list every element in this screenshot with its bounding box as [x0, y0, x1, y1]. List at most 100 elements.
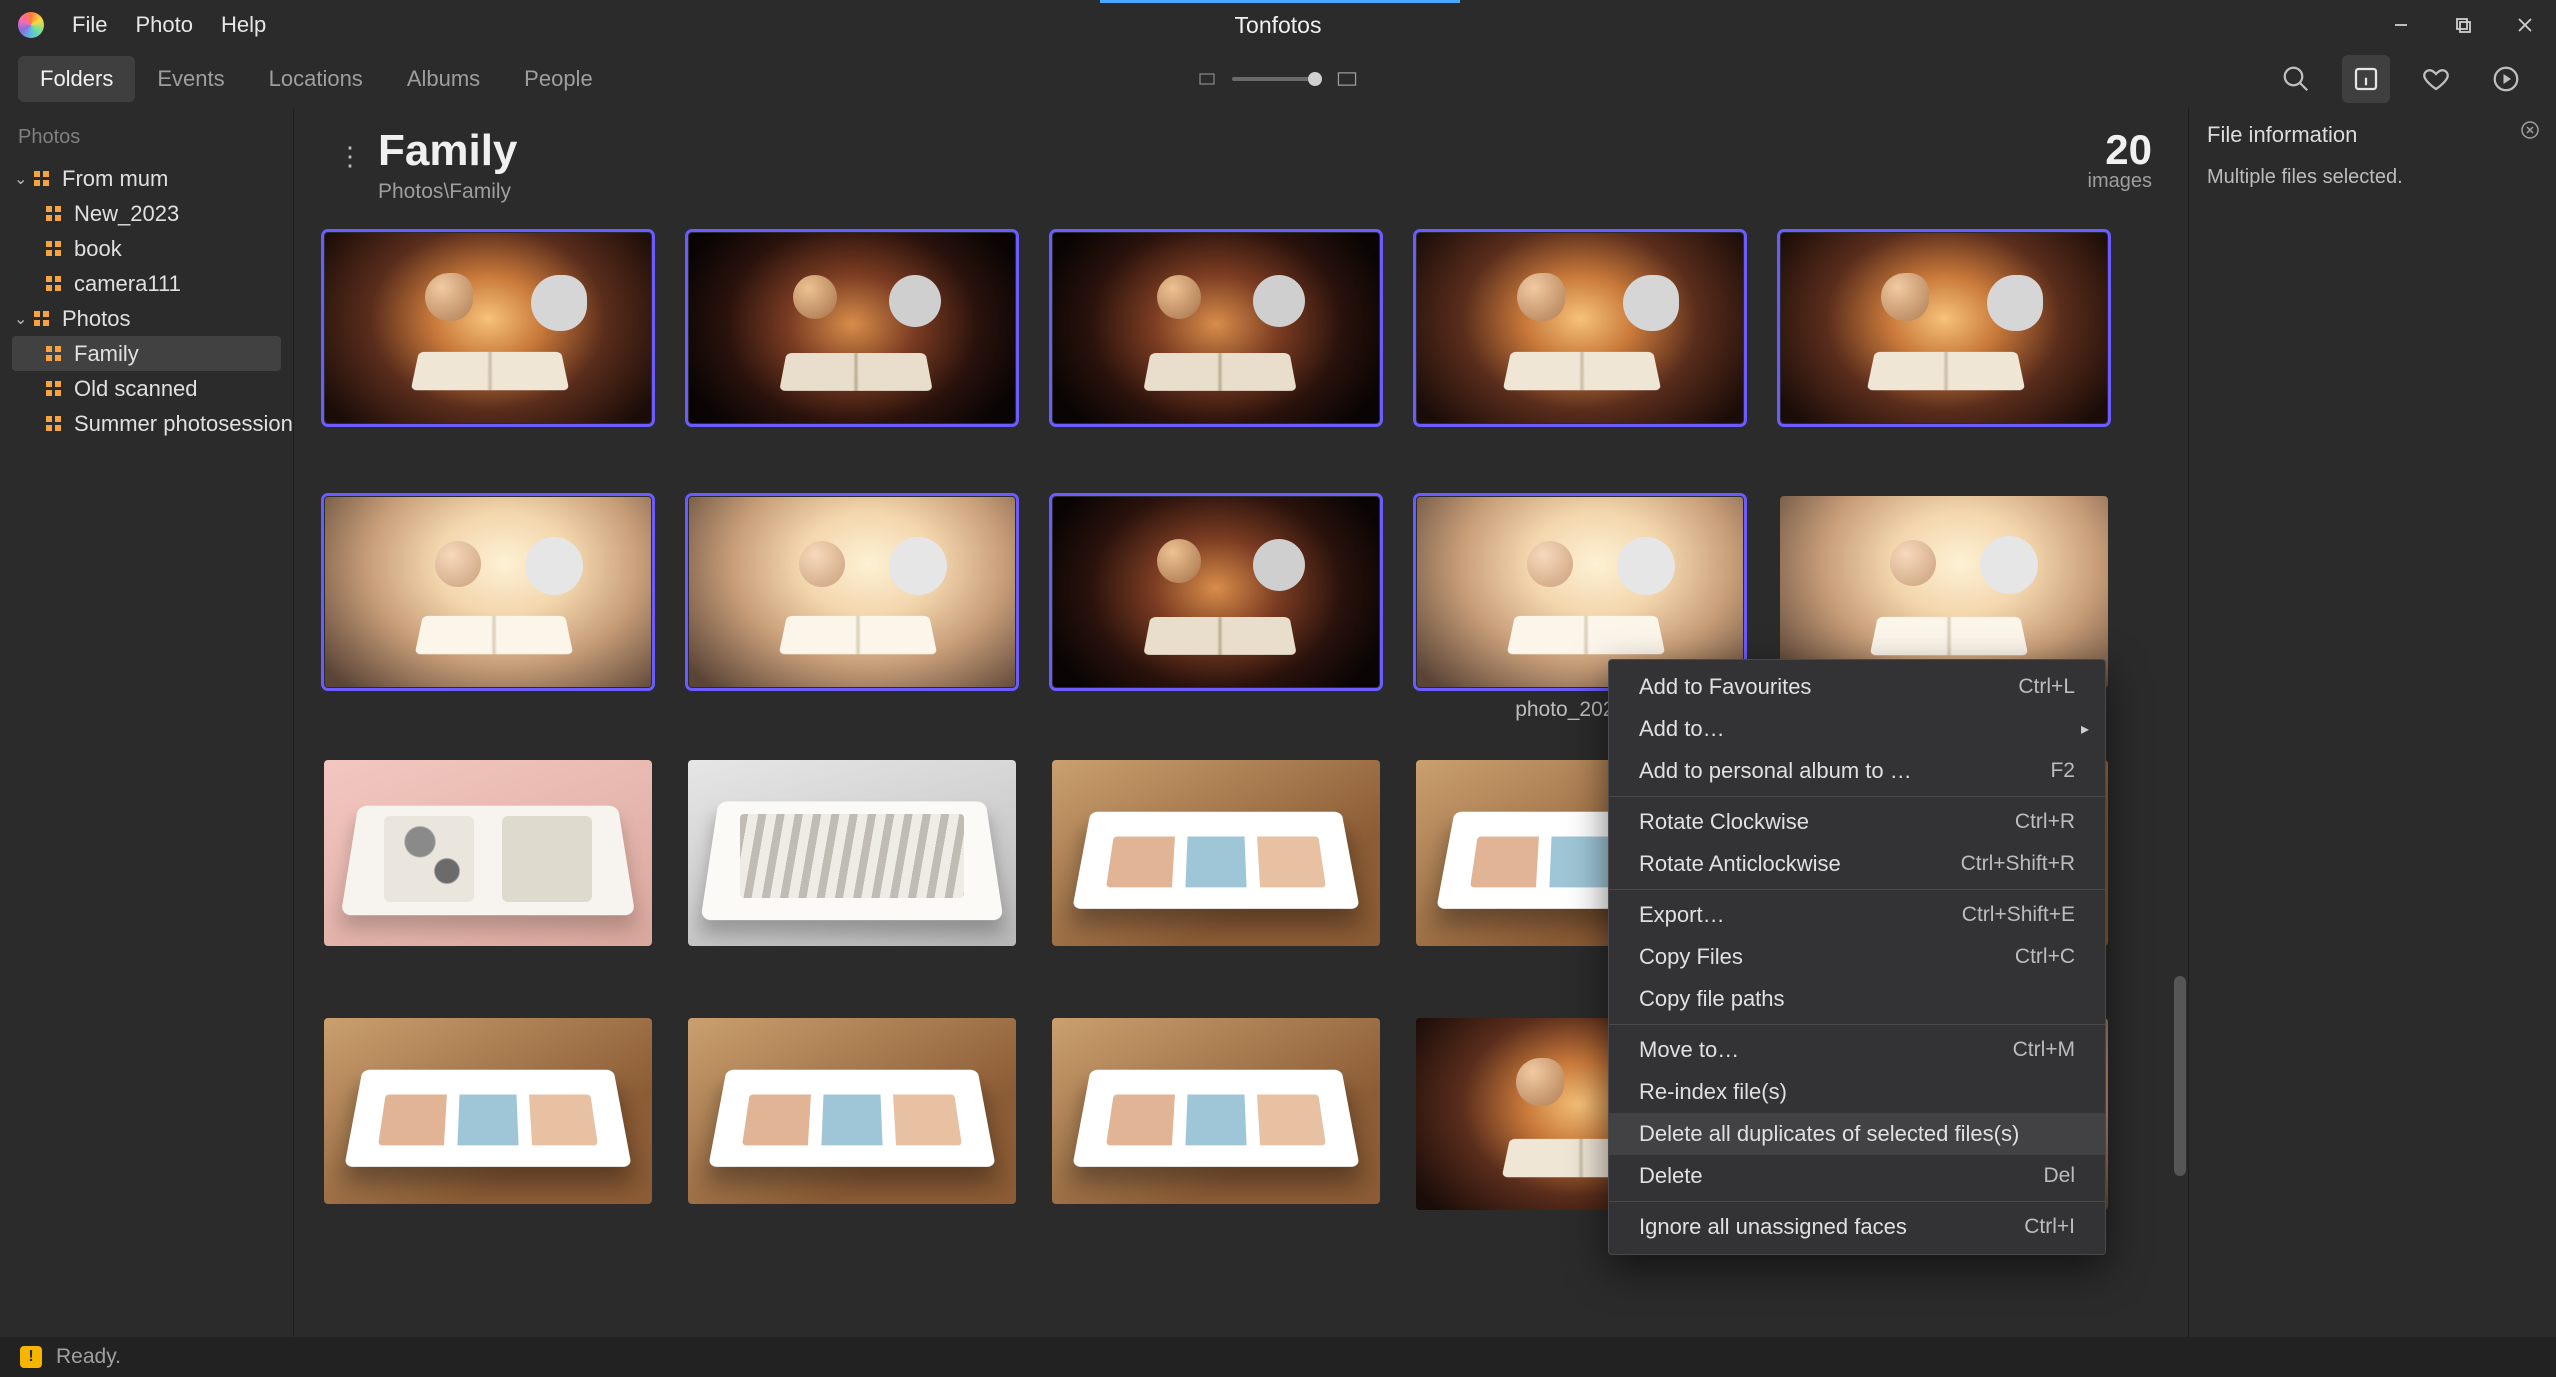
thumbnail-slot	[324, 1018, 652, 1244]
thumbnail[interactable]	[1052, 232, 1380, 424]
thumb-large-icon	[1336, 68, 1358, 90]
context-menu-item[interactable]: Move to… Ctrl+M	[1609, 1029, 2105, 1071]
context-menu-shortcut: Ctrl+L	[2018, 675, 2075, 699]
folder-more-button[interactable]: ⋮	[330, 136, 370, 176]
thumbnail[interactable]	[688, 760, 1016, 946]
top-accent	[1100, 0, 1460, 3]
thumbnail[interactable]	[688, 496, 1016, 688]
close-icon	[2520, 120, 2540, 140]
nav-tabs: Folders Events Locations Albums People	[18, 56, 615, 102]
context-menu-item[interactable]: Rotate ClockwiseCtrl+R	[1609, 801, 2105, 843]
thumbnail[interactable]	[1416, 232, 1744, 424]
slider-thumb[interactable]	[1308, 72, 1322, 86]
tree-folder[interactable]: camera111	[0, 266, 293, 301]
context-menu-item[interactable]: Add to…▸	[1609, 708, 2105, 750]
context-menu-shortcut: Ctrl+M	[2013, 1038, 2075, 1062]
thumbnail-slot	[1052, 760, 1380, 980]
info-panel-toggle[interactable]	[2342, 55, 2390, 103]
warning-icon[interactable]	[20, 1346, 42, 1368]
context-menu-label: Move to…	[1639, 1037, 1739, 1063]
context-menu-item[interactable]: DeleteDel	[1609, 1155, 2105, 1197]
thumbnail[interactable]	[688, 1018, 1016, 1204]
context-menu-item[interactable]: Rotate AnticlockwiseCtrl+Shift+R	[1609, 843, 2105, 885]
context-menu-separator	[1609, 796, 2105, 797]
sidebar: Photos ⌄From mumNew_2023book camera111 ⌄Ph…	[0, 108, 294, 1337]
scrollbar-thumb[interactable]	[2174, 976, 2186, 1176]
minimize-button[interactable]	[2370, 0, 2432, 50]
search-button[interactable]	[2272, 55, 2320, 103]
tree-folder[interactable]: Old scanned	[0, 371, 293, 406]
context-menu-item[interactable]: Add to personal album to …F2	[1609, 750, 2105, 792]
slideshow-button[interactable]	[2482, 55, 2530, 103]
context-menu-item[interactable]: Copy Files Ctrl+C	[1609, 936, 2105, 978]
context-menu-label: Copy Files	[1639, 944, 1743, 970]
context-menu-shortcut: Ctrl+C	[2015, 945, 2075, 969]
thumbnail[interactable]	[324, 1018, 652, 1204]
thumbnail-image	[689, 233, 1015, 423]
tab-folders[interactable]: Folders	[18, 56, 135, 102]
context-menu-item[interactable]: Export…Ctrl+Shift+E	[1609, 894, 2105, 936]
menu-photo[interactable]: Photo	[135, 12, 193, 38]
heart-icon	[2421, 64, 2451, 94]
maximize-button[interactable]	[2432, 0, 2494, 50]
thumbnail[interactable]	[324, 232, 652, 424]
thumbnail-size-slider[interactable]	[1198, 68, 1358, 90]
context-menu[interactable]: Add to FavouritesCtrl+LAdd to…▸Add to pe…	[1608, 659, 2106, 1255]
chevron-right-icon: ▸	[2081, 719, 2089, 739]
folder-icon	[46, 276, 62, 292]
play-circle-icon	[2491, 64, 2521, 94]
tree-label: camera111	[74, 271, 181, 297]
context-menu-shortcut: Del	[2043, 1164, 2075, 1188]
tree-folder[interactable]: Summer photosession	[0, 406, 293, 441]
folder-icon	[46, 206, 62, 222]
slider-track[interactable]	[1232, 77, 1320, 81]
tree-folder[interactable]: New_2023	[0, 196, 293, 231]
status-text: Ready.	[56, 1345, 121, 1369]
thumbnail[interactable]	[324, 496, 652, 688]
info-panel-close[interactable]	[2520, 120, 2540, 140]
thumbnail-image	[1053, 233, 1379, 423]
close-button[interactable]	[2494, 0, 2556, 50]
favourites-button[interactable]	[2412, 55, 2460, 103]
status-bar: Ready.	[0, 1337, 2556, 1377]
tab-people[interactable]: People	[502, 56, 615, 102]
tab-locations[interactable]: Locations	[247, 56, 385, 102]
thumbnail-image	[325, 233, 651, 423]
thumbnail[interactable]	[688, 232, 1016, 424]
folder-title: Family	[378, 126, 517, 176]
context-menu-label: Re-index file(s)	[1639, 1079, 1787, 1105]
thumbnail[interactable]	[1780, 232, 2108, 424]
context-menu-item[interactable]: Delete all duplicates of selected files(…	[1609, 1113, 2105, 1155]
tree-folder[interactable]: ⌄Photos	[0, 301, 293, 336]
thumbnail-image	[1781, 233, 2107, 423]
tree-folder[interactable]: Family	[12, 336, 281, 371]
folder-icon	[46, 346, 62, 362]
context-menu-shortcut: Ctrl+Shift+R	[1961, 852, 2075, 876]
thumbnail[interactable]	[1052, 760, 1380, 946]
thumbnail-slot	[1416, 232, 1744, 458]
context-menu-item[interactable]: Re-index file(s)	[1609, 1071, 2105, 1113]
tree-folder[interactable]: book	[0, 231, 293, 266]
tab-albums[interactable]: Albums	[385, 56, 502, 102]
tab-events[interactable]: Events	[135, 56, 246, 102]
thumbnail[interactable]	[1052, 1018, 1380, 1204]
tree-folder[interactable]: ⌄From mum	[0, 161, 293, 196]
thumbnail[interactable]	[324, 760, 652, 946]
menu-file[interactable]: File	[72, 12, 107, 38]
context-menu-item[interactable]: Ignore all unassigned facesCtrl+I	[1609, 1206, 2105, 1248]
toolbar-right-icons	[2272, 55, 2530, 103]
menu-help[interactable]: Help	[221, 12, 266, 38]
folder-icon	[46, 241, 62, 257]
sidebar-section-label: Photos	[0, 122, 293, 161]
thumbnail-image	[689, 497, 1015, 687]
tree-label: Summer photosession	[74, 411, 293, 437]
thumbnail[interactable]	[1052, 496, 1380, 688]
context-menu-item[interactable]: Copy file paths	[1609, 978, 2105, 1020]
context-menu-shortcut: Ctrl+R	[2015, 810, 2075, 834]
title-bar: File Photo Help Tonfotos	[0, 0, 2556, 50]
tree-label: Photos	[62, 306, 131, 332]
context-menu-item[interactable]: Add to FavouritesCtrl+L	[1609, 666, 2105, 708]
thumbnail-image	[1052, 760, 1380, 946]
context-menu-label: Copy file paths	[1639, 986, 1785, 1012]
context-menu-separator	[1609, 1024, 2105, 1025]
